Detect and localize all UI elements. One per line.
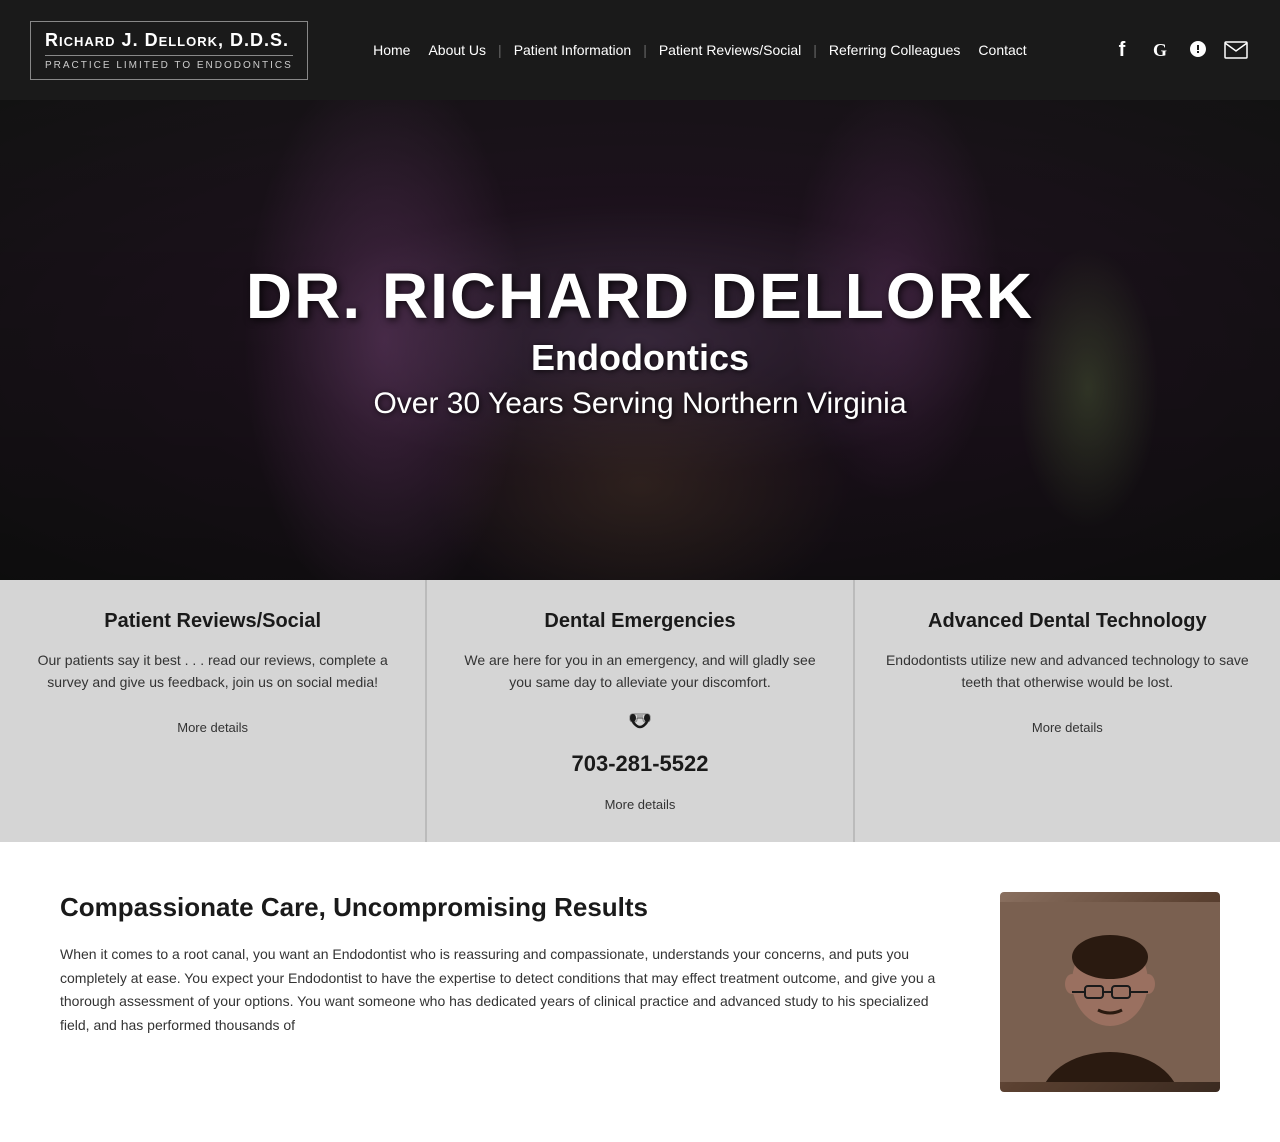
nav-reviews[interactable]: Patient Reviews/Social bbox=[653, 38, 807, 62]
cards-section: Patient Reviews/Social Our patients say … bbox=[0, 580, 1280, 842]
logo-tagline: Practice Limited to Endodontics bbox=[45, 55, 293, 71]
main-nav: Home About Us | Patient Information | Pa… bbox=[367, 38, 1033, 62]
social-icons-group: f G bbox=[1108, 36, 1250, 64]
phone-icon bbox=[625, 710, 655, 747]
site-header: Richard J. Dellork, D.D.S. Practice Limi… bbox=[0, 0, 1280, 100]
card-technology: Advanced Dental Technology Endodontists … bbox=[855, 580, 1280, 842]
nav-home[interactable]: Home bbox=[367, 38, 416, 62]
lower-heading: Compassionate Care, Uncompromising Resul… bbox=[60, 892, 960, 923]
hero-section: DR. RICHARD DELLORK Endodontics Over 30 … bbox=[0, 100, 1280, 580]
lower-body: When it comes to a root canal, you want … bbox=[60, 943, 960, 1038]
card-reviews-text: Our patients say it best . . . read our … bbox=[28, 649, 397, 694]
yelp-icon[interactable] bbox=[1184, 36, 1212, 64]
hero-text-group: DR. RICHARD DELLORK Endodontics Over 30 … bbox=[246, 259, 1034, 421]
phone-number[interactable]: 703-281-5522 bbox=[571, 751, 708, 777]
card-emergencies-title: Dental Emergencies bbox=[455, 610, 824, 633]
hero-tagline: Over 30 Years Serving Northern Virginia bbox=[246, 387, 1034, 421]
card-reviews-more[interactable]: More details bbox=[177, 720, 248, 735]
nav-referring[interactable]: Referring Colleagues bbox=[823, 38, 967, 62]
card-technology-more[interactable]: More details bbox=[1032, 720, 1103, 735]
card-technology-text: Endodontists utilize new and advanced te… bbox=[883, 649, 1252, 694]
hero-name: DR. RICHARD DELLORK bbox=[246, 259, 1034, 333]
nav-sep-2: | bbox=[643, 42, 647, 58]
logo-name: Richard J. Dellork, D.D.S. bbox=[45, 30, 293, 51]
google-icon[interactable]: G bbox=[1146, 36, 1174, 64]
card-emergencies: Dental Emergencies We are here for you i… bbox=[427, 580, 854, 842]
logo: Richard J. Dellork, D.D.S. Practice Limi… bbox=[30, 21, 308, 80]
nav-contact[interactable]: Contact bbox=[972, 38, 1032, 62]
nav-sep-3: | bbox=[813, 42, 817, 58]
card-emergencies-more[interactable]: More details bbox=[605, 797, 676, 812]
card-technology-title: Advanced Dental Technology bbox=[883, 610, 1252, 633]
facebook-icon[interactable]: f bbox=[1108, 36, 1136, 64]
card-emergencies-text: We are here for you in an emergency, and… bbox=[455, 649, 824, 694]
nav-about[interactable]: About Us bbox=[422, 38, 492, 62]
lower-text: Compassionate Care, Uncompromising Resul… bbox=[60, 892, 960, 1092]
nav-sep-1: | bbox=[498, 42, 502, 58]
lower-section: Compassionate Care, Uncompromising Resul… bbox=[0, 842, 1280, 1142]
hero-subtitle: Endodontics bbox=[246, 337, 1034, 379]
card-phone-group: 703-281-5522 bbox=[455, 710, 824, 777]
nav-patient-info[interactable]: Patient Information bbox=[508, 38, 638, 62]
doctor-photo bbox=[1000, 892, 1220, 1092]
card-reviews: Patient Reviews/Social Our patients say … bbox=[0, 580, 427, 842]
email-icon[interactable] bbox=[1222, 36, 1250, 64]
card-reviews-title: Patient Reviews/Social bbox=[28, 610, 397, 633]
